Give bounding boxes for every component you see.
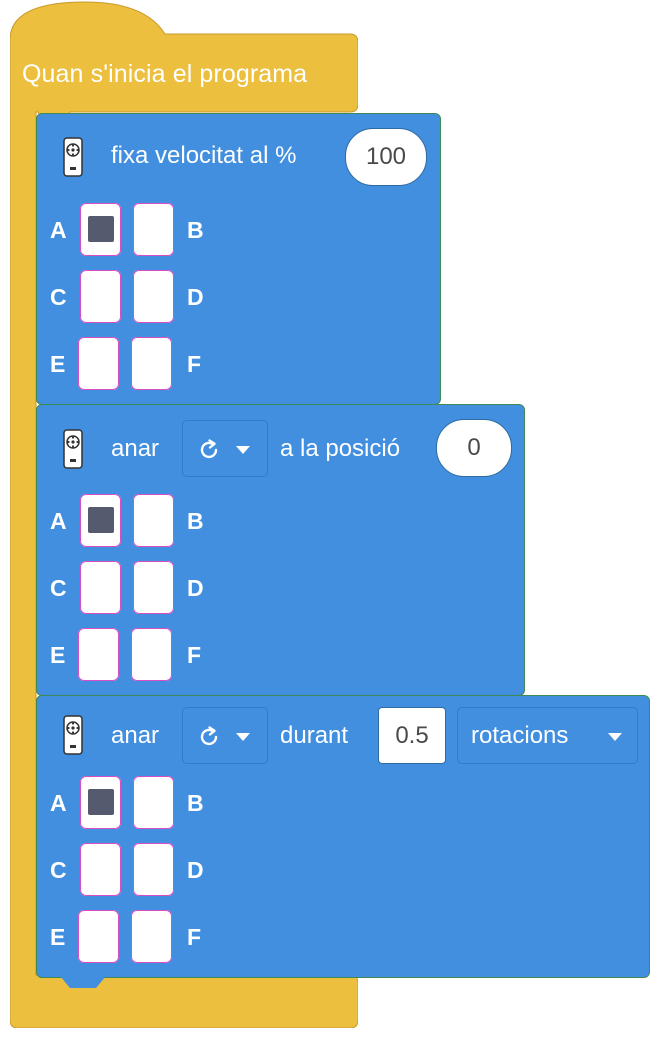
port-label-b: B bbox=[187, 508, 204, 534]
port-f-toggle[interactable] bbox=[131, 337, 172, 390]
unit-value: rotacions bbox=[471, 722, 569, 749]
speed-input[interactable]: 100 bbox=[345, 128, 427, 186]
rotate-clockwise-icon bbox=[200, 439, 218, 459]
chevron-down-icon bbox=[236, 733, 250, 741]
port-b-toggle[interactable] bbox=[133, 203, 174, 256]
port-a-toggle[interactable] bbox=[80, 776, 121, 829]
port-label-e: E bbox=[50, 642, 66, 668]
direction-dropdown[interactable] bbox=[182, 707, 268, 764]
direction-dropdown[interactable] bbox=[182, 420, 268, 477]
go-label: anar bbox=[111, 435, 160, 462]
port-f-toggle[interactable] bbox=[131, 910, 172, 963]
port-b-toggle[interactable] bbox=[133, 494, 174, 547]
port-d-toggle[interactable] bbox=[133, 270, 174, 323]
chevron-down-icon bbox=[236, 446, 250, 454]
port-b-toggle[interactable] bbox=[133, 776, 174, 829]
port-d-toggle[interactable] bbox=[133, 561, 174, 614]
port-label-e: E bbox=[50, 351, 66, 377]
hub-icon bbox=[63, 137, 83, 177]
port-d-toggle[interactable] bbox=[133, 843, 174, 896]
position-input[interactable]: 0 bbox=[436, 419, 512, 477]
block-notch bbox=[60, 976, 106, 988]
port-label-d: D bbox=[187, 575, 204, 601]
port-label-b: B bbox=[187, 217, 204, 243]
port-label-f: F bbox=[187, 351, 202, 377]
set-speed-label: fixa velocitat al % bbox=[111, 142, 297, 169]
port-e-toggle[interactable] bbox=[78, 628, 119, 681]
hub-icon bbox=[63, 429, 83, 469]
port-e-toggle[interactable] bbox=[78, 910, 119, 963]
port-label-a: A bbox=[50, 508, 67, 534]
position-label: a la posició bbox=[280, 435, 401, 462]
port-c-toggle[interactable] bbox=[80, 561, 121, 614]
port-label-c: C bbox=[50, 857, 67, 883]
port-label-c: C bbox=[50, 284, 67, 310]
duration-label: durant bbox=[280, 722, 349, 749]
port-label-f: F bbox=[187, 642, 202, 668]
port-label-c: C bbox=[50, 575, 67, 601]
port-label-a: A bbox=[50, 790, 67, 816]
go-label: anar bbox=[111, 722, 160, 749]
event-title: Quan s'inicia el programa bbox=[22, 60, 308, 88]
amount-input[interactable]: 0.5 bbox=[378, 707, 446, 764]
port-label-a: A bbox=[50, 217, 67, 243]
port-label-b: B bbox=[187, 790, 204, 816]
port-label-e: E bbox=[50, 924, 66, 950]
port-a-toggle[interactable] bbox=[80, 494, 121, 547]
port-e-toggle[interactable] bbox=[78, 337, 119, 390]
port-c-toggle[interactable] bbox=[80, 270, 121, 323]
chevron-down-icon bbox=[608, 733, 622, 741]
port-c-toggle[interactable] bbox=[80, 843, 121, 896]
port-f-toggle[interactable] bbox=[131, 628, 172, 681]
port-label-d: D bbox=[187, 857, 204, 883]
unit-dropdown[interactable]: rotacions bbox=[457, 707, 638, 764]
port-a-toggle[interactable] bbox=[80, 203, 121, 256]
port-label-d: D bbox=[187, 284, 204, 310]
rotate-clockwise-icon bbox=[200, 726, 218, 746]
port-label-f: F bbox=[187, 924, 202, 950]
hub-icon bbox=[63, 715, 83, 755]
